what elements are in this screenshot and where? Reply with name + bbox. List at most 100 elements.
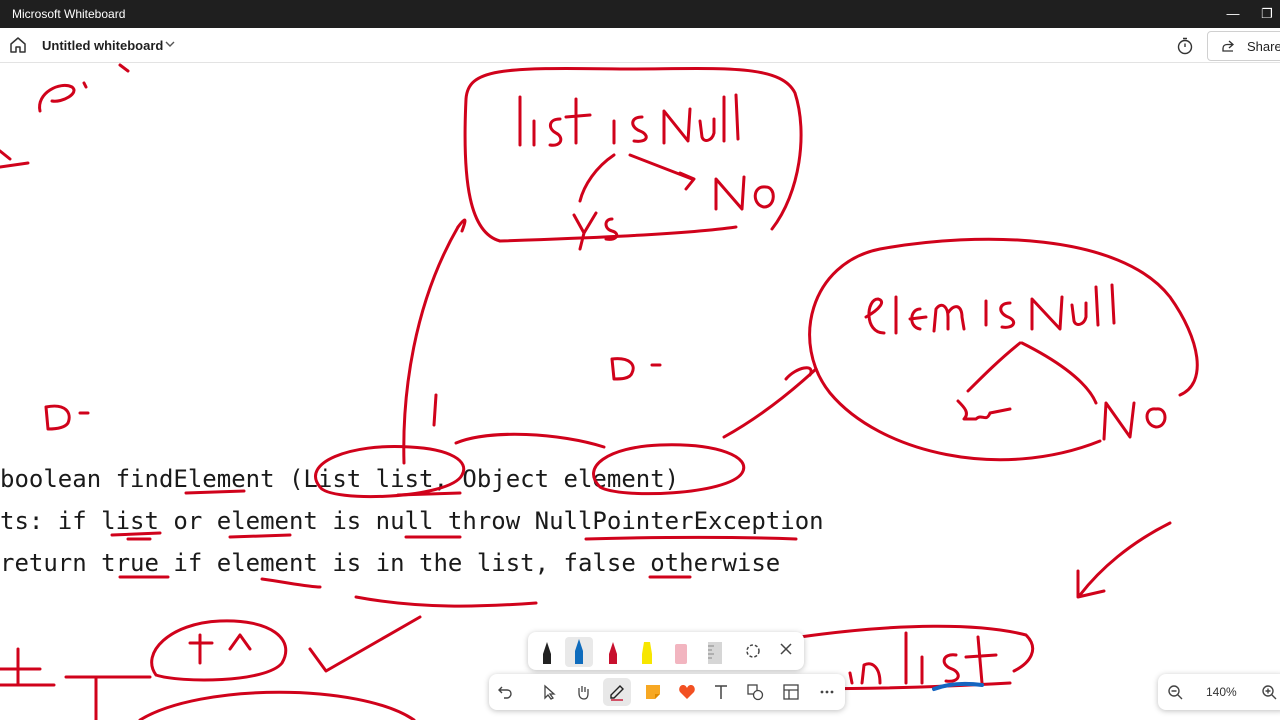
share-label: Share — [1247, 39, 1280, 54]
ink-stroke — [184, 489, 246, 495]
undo-icon — [498, 686, 512, 699]
ruler-icon[interactable] — [700, 636, 730, 668]
minimize-icon[interactable]: — — [1216, 0, 1250, 28]
chevron-down-icon[interactable] — [164, 38, 176, 50]
ink-stroke — [110, 531, 162, 541]
ink-stroke — [118, 63, 130, 73]
whiteboard-canvas[interactable]: boolean findElement (List list, Object e… — [0, 63, 1280, 720]
ink-stroke — [584, 536, 798, 541]
app-toolbar: Untitled whiteboard Share — [0, 28, 1280, 63]
ink-stroke — [753, 185, 775, 209]
ink-stroke — [1094, 283, 1116, 327]
pen-tray — [528, 632, 804, 670]
ink-stroke — [1078, 521, 1172, 597]
ink-stroke — [592, 443, 746, 496]
ink-stroke — [82, 81, 88, 89]
ink-stroke — [564, 97, 592, 145]
ink-stroke — [722, 367, 818, 439]
more-button[interactable] — [813, 678, 841, 706]
ink-stroke — [572, 211, 598, 251]
ink-layer — [0, 63, 1199, 720]
ink-stroke — [578, 153, 616, 203]
zoom-in-icon[interactable] — [1260, 683, 1278, 701]
timer-icon[interactable] — [1175, 36, 1195, 56]
hand-button[interactable] — [569, 678, 597, 706]
sticky-note-button[interactable] — [639, 678, 667, 706]
ink-stroke — [808, 237, 1199, 462]
black-pen-icon[interactable] — [532, 636, 562, 668]
ink-stroke — [308, 615, 422, 673]
app-title: Microsoft Whiteboard — [12, 7, 126, 21]
blue-pen-icon[interactable] — [564, 636, 594, 668]
ink-stroke — [44, 404, 90, 431]
zoom-level[interactable]: 140% — [1206, 685, 1237, 699]
title-bar: Microsoft Whiteboard — ❐ — [0, 0, 1280, 28]
restore-icon[interactable]: ❐ — [1250, 0, 1280, 28]
ink-stroke — [354, 595, 538, 608]
ink-stroke — [1020, 341, 1098, 405]
text-icon — [715, 685, 727, 699]
ink-stroke — [0, 149, 30, 169]
ink-stroke — [1070, 301, 1088, 326]
ink-stroke — [432, 393, 438, 427]
share-button[interactable]: Share — [1207, 31, 1280, 61]
select-button[interactable] — [535, 678, 563, 706]
pen-icon — [610, 685, 624, 701]
zoom-controls: 140% — [1158, 674, 1280, 710]
sticky-note-icon — [646, 685, 660, 699]
home-icon[interactable] — [8, 35, 28, 55]
ink-stroke — [964, 635, 998, 685]
ink-stroke — [932, 303, 966, 333]
ink-stroke — [966, 341, 1022, 393]
hand-icon — [578, 686, 589, 700]
share-icon — [1222, 40, 1234, 52]
ink-stroke — [908, 307, 928, 331]
ink-stroke — [260, 577, 322, 589]
ink-stroke — [722, 93, 740, 143]
undo-button[interactable] — [491, 678, 519, 706]
shapes-icon — [747, 684, 764, 701]
yellow-highlighter-icon[interactable] — [632, 636, 662, 668]
ink-stroke — [1145, 407, 1167, 429]
reaction-icon — [679, 685, 695, 699]
document-title[interactable]: Untitled whiteboard — [42, 38, 163, 53]
red-pen-icon[interactable] — [598, 636, 628, 668]
zoom-out-icon[interactable] — [1166, 683, 1184, 701]
template-icon — [783, 684, 799, 700]
ink-stroke — [631, 115, 648, 143]
pen-button[interactable] — [603, 678, 631, 706]
ink-stroke — [548, 117, 563, 147]
main-toolbar — [489, 674, 845, 710]
template-button[interactable] — [777, 678, 805, 706]
ink-stroke — [150, 619, 288, 682]
ink-stroke — [64, 675, 152, 720]
ink-stroke — [188, 633, 252, 665]
more-icon — [820, 690, 834, 694]
ink-stroke — [38, 84, 76, 113]
ink-stroke — [1030, 295, 1064, 331]
ink-stroke — [396, 491, 462, 497]
select-icon — [544, 684, 556, 700]
ink-stroke — [956, 399, 1012, 421]
ink-stroke — [228, 533, 292, 539]
ink-stroke — [402, 225, 460, 465]
eraser-icon[interactable] — [666, 636, 696, 668]
ink-stroke — [714, 175, 746, 211]
ink-stroke — [942, 653, 960, 683]
reaction-button[interactable] — [673, 678, 701, 706]
ink-stroke — [864, 297, 886, 335]
shapes-button[interactable] — [741, 678, 769, 706]
ink-stroke — [456, 218, 467, 233]
ink-stroke — [798, 624, 1035, 673]
ink-stroke — [662, 107, 692, 145]
close-icon[interactable] — [778, 641, 794, 657]
ink-stroke — [0, 647, 56, 687]
ink-stroke — [314, 444, 466, 499]
ink-stroke — [1102, 401, 1136, 441]
ink-stroke — [698, 117, 716, 142]
ink-stroke — [610, 357, 662, 381]
text-button[interactable] — [707, 678, 735, 706]
ink-stroke — [848, 662, 882, 685]
ink-stroke — [628, 153, 696, 191]
lasso-icon[interactable] — [738, 636, 768, 668]
